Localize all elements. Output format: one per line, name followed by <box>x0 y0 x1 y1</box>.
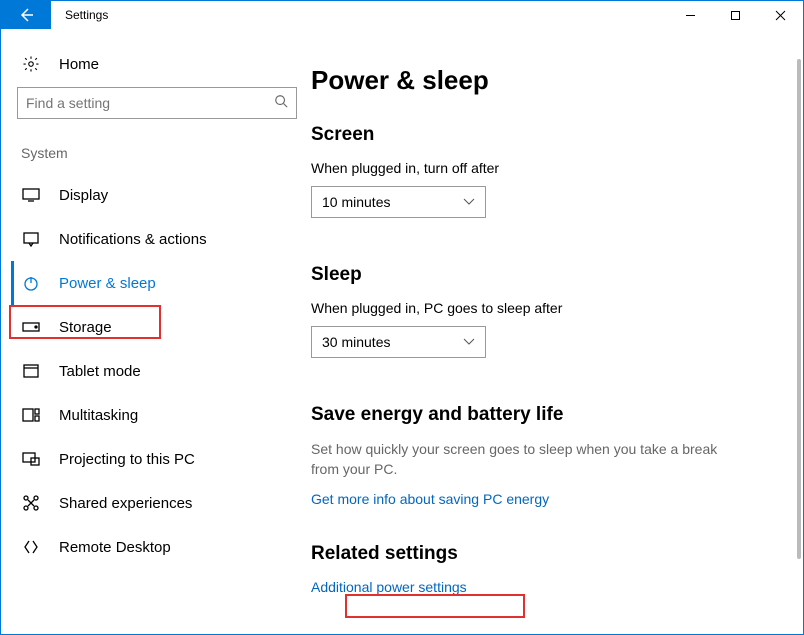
notification-icon <box>21 231 41 247</box>
sidebar-item-label: Remote Desktop <box>59 539 171 556</box>
sidebar: Home System Display Notifications & acti… <box>1 29 311 634</box>
window-controls <box>668 1 803 29</box>
gear-icon <box>21 55 41 73</box>
screen-turnoff-label: When plugged in, turn off after <box>311 160 773 176</box>
arrow-left-icon <box>17 6 35 24</box>
sidebar-item-label: Multitasking <box>59 407 138 424</box>
monitor-icon <box>21 188 41 202</box>
sidebar-item-label: Display <box>59 187 108 204</box>
scrollbar[interactable] <box>797 59 801 619</box>
screen-turnoff-dropdown[interactable]: 10 minutes <box>311 186 486 218</box>
dropdown-value: 10 minutes <box>322 194 463 210</box>
sidebar-item-tablet[interactable]: Tablet mode <box>17 349 297 393</box>
sidebar-item-multitasking[interactable]: Multitasking <box>17 393 297 437</box>
minimize-icon <box>685 10 696 21</box>
dropdown-value: 30 minutes <box>322 334 463 350</box>
sidebar-item-remote[interactable]: Remote Desktop <box>17 525 297 569</box>
sidebar-item-label: Projecting to this PC <box>59 451 195 468</box>
page-title: Power & sleep <box>311 65 773 96</box>
search-field[interactable] <box>26 95 274 111</box>
sidebar-item-display[interactable]: Display <box>17 173 297 217</box>
close-button[interactable] <box>758 1 803 29</box>
chevron-down-icon <box>463 338 475 346</box>
home-button[interactable]: Home <box>17 47 297 87</box>
sidebar-item-power-sleep[interactable]: Power & sleep <box>11 261 297 305</box>
minimize-button[interactable] <box>668 1 713 29</box>
home-label: Home <box>59 56 99 73</box>
search-icon <box>274 94 288 113</box>
main-content: Power & sleep Screen When plugged in, tu… <box>311 29 803 634</box>
screen-heading: Screen <box>311 124 773 146</box>
sidebar-item-label: Power & sleep <box>59 275 156 292</box>
sidebar-item-label: Tablet mode <box>59 363 141 380</box>
energy-info-link[interactable]: Get more info about saving PC energy <box>311 491 549 507</box>
storage-icon <box>21 322 41 332</box>
energy-description: Set how quickly your screen goes to slee… <box>311 440 731 479</box>
sidebar-item-notifications[interactable]: Notifications & actions <box>17 217 297 261</box>
sidebar-item-label: Shared experiences <box>59 495 192 512</box>
remote-icon <box>21 539 41 555</box>
shared-icon <box>21 495 41 511</box>
power-icon <box>21 275 41 291</box>
back-button[interactable] <box>1 1 51 29</box>
group-header-system: System <box>21 145 297 161</box>
energy-heading: Save energy and battery life <box>311 404 773 426</box>
additional-power-settings-link[interactable]: Additional power settings <box>311 579 467 595</box>
close-icon <box>775 10 786 21</box>
sidebar-item-projecting[interactable]: Projecting to this PC <box>17 437 297 481</box>
scrollbar-thumb[interactable] <box>797 59 801 559</box>
sleep-dropdown[interactable]: 30 minutes <box>311 326 486 358</box>
sidebar-item-storage[interactable]: Storage <box>17 305 297 349</box>
projecting-icon <box>21 452 41 466</box>
window-title: Settings <box>65 8 108 22</box>
related-heading: Related settings <box>311 543 773 565</box>
sleep-heading: Sleep <box>311 264 773 286</box>
multitasking-icon <box>21 408 41 422</box>
maximize-button[interactable] <box>713 1 758 29</box>
tablet-icon <box>21 364 41 378</box>
sidebar-item-label: Notifications & actions <box>59 231 207 248</box>
sidebar-item-label: Storage <box>59 319 112 336</box>
chevron-down-icon <box>463 198 475 206</box>
search-input[interactable] <box>17 87 297 119</box>
titlebar: Settings <box>1 1 803 29</box>
sleep-label: When plugged in, PC goes to sleep after <box>311 300 773 316</box>
maximize-icon <box>730 10 741 21</box>
sidebar-item-shared[interactable]: Shared experiences <box>17 481 297 525</box>
